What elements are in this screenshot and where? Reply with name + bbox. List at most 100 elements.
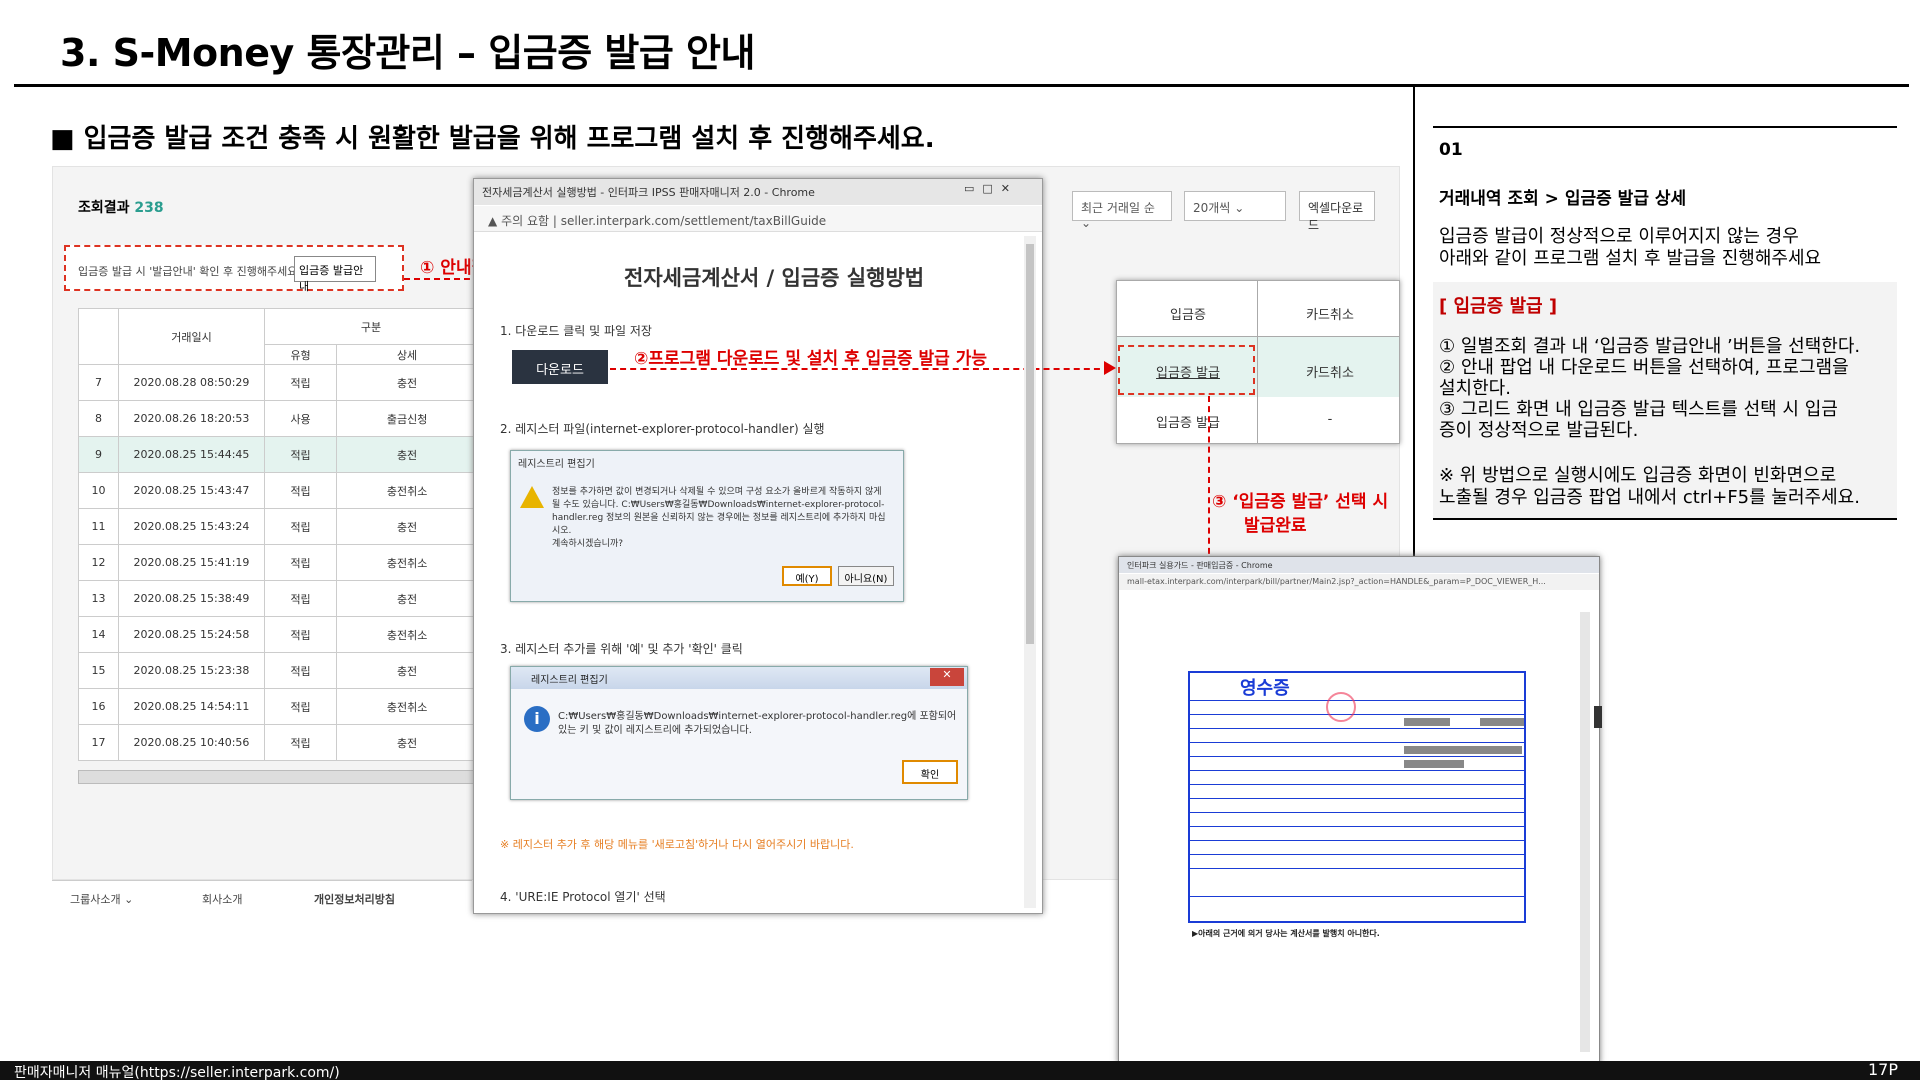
guide-text: 입금증 발급 시 '발급안내' 확인 후 진행해주세요. bbox=[78, 265, 301, 278]
table-row: 12 2020.08.25 15:41:19 적립 충전취소 bbox=[78, 544, 478, 581]
right-panel-heading: 거래내역 조회 > 입금증 발급 상세 bbox=[1439, 189, 1687, 209]
url-warning-label: 주의 요함 bbox=[501, 214, 550, 228]
receipt-scrollbar[interactable] bbox=[1580, 612, 1590, 1052]
instruction-steps: ① 일별조회 결과 내 ‘입금증 발급안내 ’버튼을 선택한다. ② 안내 팝업… bbox=[1439, 336, 1899, 441]
annotation-2: ②프로그램 다운로드 및 설치 후 입금증 발급 가능 bbox=[634, 349, 987, 369]
edge-bar bbox=[1594, 706, 1602, 728]
window-controls-icon[interactable]: ▭□✕ bbox=[964, 182, 1018, 195]
deposit-guide-button[interactable]: 입금증 발급안내 bbox=[294, 256, 376, 293]
receipt-title: 영수증 bbox=[1240, 678, 1290, 699]
redacted-field bbox=[1404, 718, 1450, 726]
redacted-field bbox=[1480, 718, 1524, 726]
receipt-footer-text: ▶아래의 근거에 의거 당사는 계산서를 발행치 아니한다. bbox=[1192, 929, 1380, 938]
dialog-message: C:₩Users₩홍길동₩Downloads₩internet-explorer… bbox=[558, 711, 957, 736]
page-size-label: 20개씩 bbox=[1193, 201, 1231, 215]
redacted-field bbox=[1404, 746, 1522, 754]
card-header-cancel: 카드취소 bbox=[1306, 308, 1354, 323]
col-group: 구분 bbox=[264, 308, 478, 345]
dialog-ok-button[interactable]: 확인 bbox=[902, 760, 958, 784]
selection-highlight-box bbox=[1118, 345, 1255, 395]
group-select[interactable]: 그룹사소개 ⌄ bbox=[70, 891, 133, 907]
section-subtitle: ■ 입금증 발급 조건 충족 시 원활한 발급을 위해 프로그램 설치 후 진행… bbox=[50, 124, 935, 154]
popup-step-4: 4. 'URE:IE Protocol 열기' 선택 bbox=[500, 890, 666, 904]
col-type: 유형 bbox=[263, 344, 338, 365]
right-panel-bottom-rule bbox=[1433, 518, 1897, 520]
popup-step-1: 1. 다운로드 클릭 및 파일 저장 bbox=[500, 324, 652, 338]
footer-link-company[interactable]: 회사소개 bbox=[202, 891, 242, 907]
instruction-note: ※ 위 방법으로 실행시에도 입금증 화면이 빈화면으로 노출될 경우 입금증 … bbox=[1439, 465, 1899, 509]
page-title: 3. S-Money 통장관리 – 입금증 발급 안내 bbox=[60, 31, 755, 75]
company-seal-icon bbox=[1326, 692, 1356, 722]
right-panel-top-rule bbox=[1433, 126, 1897, 128]
footer-link-privacy[interactable]: 개인정보처리방침 bbox=[314, 891, 395, 907]
warning-icon: ▲ bbox=[488, 214, 498, 228]
card-cancel-cell: - bbox=[1327, 412, 1333, 427]
annotation-3: ③ ‘입금증 발급’ 선택 시 발급완료 bbox=[1212, 490, 1388, 538]
chevron-down-icon: ⌄ bbox=[1081, 216, 1092, 230]
download-button[interactable]: 다운로드 bbox=[512, 350, 608, 384]
redacted-field bbox=[1404, 760, 1464, 768]
col-date: 거래일시 bbox=[118, 308, 265, 365]
instruction-box-title: [ 입금증 발급 ] bbox=[1439, 296, 1558, 317]
info-icon: i bbox=[524, 706, 550, 732]
dialog-title: 레지스트리 편집기 bbox=[518, 459, 595, 470]
popup-url-text: seller.interpark.com/settlement/taxBillG… bbox=[560, 214, 827, 228]
step-line: ③ 그리드 화면 내 입금증 발급 텍스트를 선택 시 입금 bbox=[1439, 399, 1838, 420]
title-divider bbox=[14, 84, 1909, 87]
table-row: 16 2020.08.25 14:54:11 적립 충전취소 bbox=[78, 688, 478, 725]
table-row: 14 2020.08.25 15:24:58 적립 충전취소 bbox=[78, 616, 478, 653]
right-panel-description: 입금증 발급이 정상적으로 이루어지지 않는 경우 아래와 같이 프로그램 설치… bbox=[1439, 226, 1909, 270]
table-row: 17 2020.08.25 10:40:56 적립 충전 bbox=[78, 724, 478, 761]
step-line: 증이 정상적으로 발급된다. bbox=[1439, 420, 1639, 441]
site-footer: 그룹사소개 ⌄ 회사소개 개인정보처리방침 bbox=[52, 880, 472, 914]
table-row: 8 2020.08.26 18:20:53 사용 출금신청 bbox=[78, 400, 478, 437]
popup-address-bar[interactable]: ▲ 주의 요함 | seller.interpark.com/settlemen… bbox=[474, 206, 1042, 232]
receipt-address-bar[interactable]: mall-etax.interpark.com/interpark/bill/p… bbox=[1119, 574, 1599, 590]
dialog-title-bar: 레지스트리 편집기 bbox=[511, 667, 967, 689]
popup-title-bar: 전자세금계산서 실행방법 - 인터파크 IPSS 판매자매니저 2.0 - Ch… bbox=[474, 179, 1042, 205]
receipt-document bbox=[1188, 671, 1526, 923]
table-row: 15 2020.08.25 15:23:38 적립 충전 bbox=[78, 652, 478, 689]
receipt-title-bar: 인터파크 실용가드 - 판매입금증 - Chrome bbox=[1119, 557, 1599, 573]
popup-step-2: 2. 레지스터 파일(internet-explorer-protocol-ha… bbox=[500, 422, 825, 436]
card-divider bbox=[1116, 336, 1400, 337]
results-label: 조회결과 bbox=[78, 200, 130, 216]
deposit-issue-link[interactable]: 입금증 발급 bbox=[1118, 412, 1258, 431]
desc-line: 아래와 같이 프로그램 설치 후 발급을 진행해주세요 bbox=[1439, 248, 1822, 269]
step-line: ① 일별조회 결과 내 ‘입금증 발급안내 ’버튼을 선택한다. bbox=[1439, 336, 1861, 357]
desc-line: 입금증 발급이 정상적으로 이루어지지 않는 경우 bbox=[1439, 226, 1799, 247]
page-number: 17P bbox=[1868, 1060, 1899, 1079]
step-line: ② 안내 팝업 내 다운로드 버튼을 선택하여, 프로그램을 bbox=[1439, 357, 1849, 378]
results-number: 238 bbox=[134, 200, 164, 216]
refresh-note: ※ 레지스터 추가 후 해당 메뉴를 '새로고침'하거나 다시 열어주시기 바랍… bbox=[500, 838, 854, 851]
dialog-yes-button[interactable]: 예(Y) bbox=[782, 566, 832, 586]
annotation-3-line1: ③ ‘입금증 발급’ 선택 시 bbox=[1212, 492, 1389, 512]
results-count: 조회결과 238 bbox=[78, 197, 164, 217]
table-row: 9 2020.08.25 15:44:45 적립 충전 bbox=[78, 436, 478, 473]
step-number: 01 bbox=[1439, 140, 1463, 160]
sort-select-label: 최근 거래일 순 bbox=[1081, 201, 1155, 215]
note-line: 노출될 경우 입금증 팝업 내에서 ctrl+F5를 눌러주세요. bbox=[1439, 487, 1860, 508]
popup-heading: 전자세금계산서 / 입금증 실행방법 bbox=[624, 266, 925, 290]
warning-triangle-icon bbox=[520, 486, 544, 508]
transaction-table: 거래일시 구분 유형 상세 7 2020.08.28 08:50:29 적립 충전 8… bbox=[78, 308, 478, 761]
annotation-2-arrow-icon bbox=[1104, 361, 1116, 375]
table-horizontal-scrollbar[interactable] bbox=[78, 770, 478, 784]
table-row: 7 2020.08.28 08:50:29 적립 충전 bbox=[78, 364, 478, 401]
dialog-no-button[interactable]: 아니요(N) bbox=[838, 566, 894, 586]
annotation-3-line2: 발급완료 bbox=[1244, 516, 1307, 536]
table-row: 11 2020.08.25 15:43:24 적립 충전 bbox=[78, 508, 478, 545]
page-size-select[interactable]: 20개씩 ⌄ bbox=[1184, 191, 1286, 221]
dialog-message: 정보를 추가하면 값이 변경되거나 삭제될 수 있으며 구성 요소가 올바르게 … bbox=[552, 487, 886, 536]
chevron-down-icon: ⌄ bbox=[1234, 201, 1245, 215]
table-row: 10 2020.08.25 15:43:47 적립 충전취소 bbox=[78, 472, 478, 509]
popup-step-3: 3. 레지스터 추가를 위해 '예' 및 추가 '확인' 클릭 bbox=[500, 642, 743, 656]
col-no bbox=[78, 308, 119, 365]
step-line: 설치한다. bbox=[1439, 378, 1511, 399]
card-cancel-cell: 카드취소 bbox=[1306, 366, 1354, 381]
popup-scroll-thumb[interactable] bbox=[1026, 244, 1034, 644]
close-icon[interactable]: ✕ bbox=[930, 668, 964, 686]
sort-select[interactable]: 최근 거래일 순 ⌄ bbox=[1072, 191, 1172, 230]
excel-download-button[interactable]: 엑셀다운로드 bbox=[1299, 191, 1375, 232]
col-detail: 상세 bbox=[336, 344, 478, 365]
